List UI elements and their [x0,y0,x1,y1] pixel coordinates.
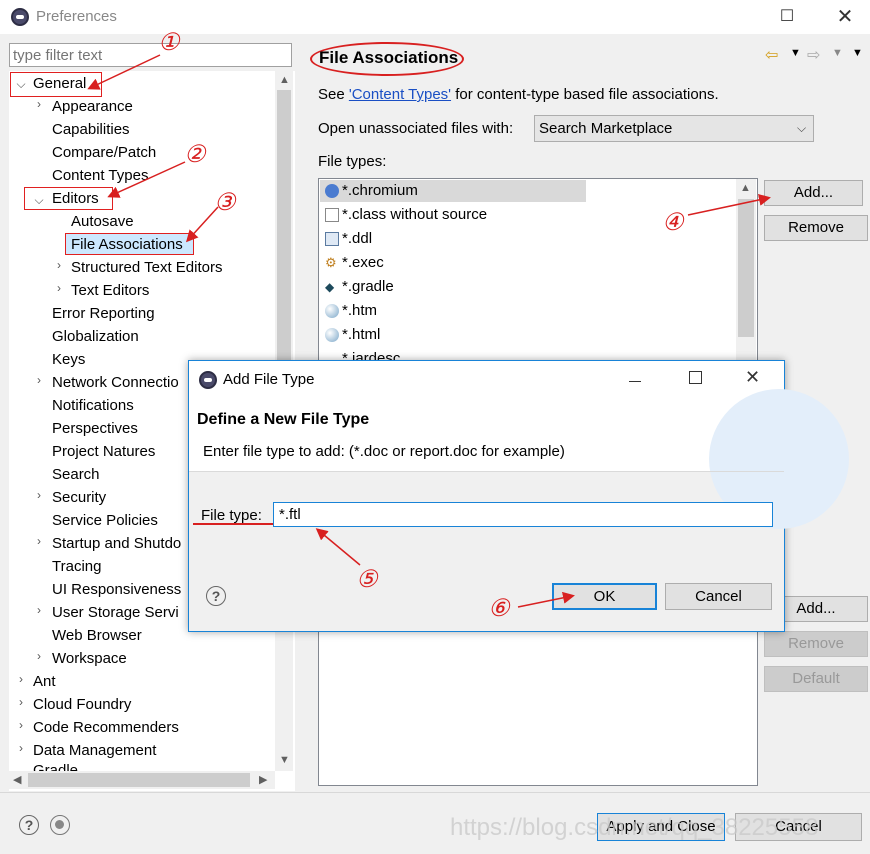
arrow-5 [315,528,361,566]
arrow-6 [517,591,575,608]
arrow-4 [687,194,771,216]
annotation-6: ⑥ [488,594,510,622]
arrow-1 [87,54,161,90]
annotation-1: ① [158,28,180,56]
annotation-arrows [87,54,771,608]
annotation-4: ④ [662,208,684,236]
annotation-2: ② [184,140,206,168]
arrow-2 [107,161,186,198]
annotation-3: ③ [214,188,236,216]
annotation-5: ⑤ [356,565,378,593]
